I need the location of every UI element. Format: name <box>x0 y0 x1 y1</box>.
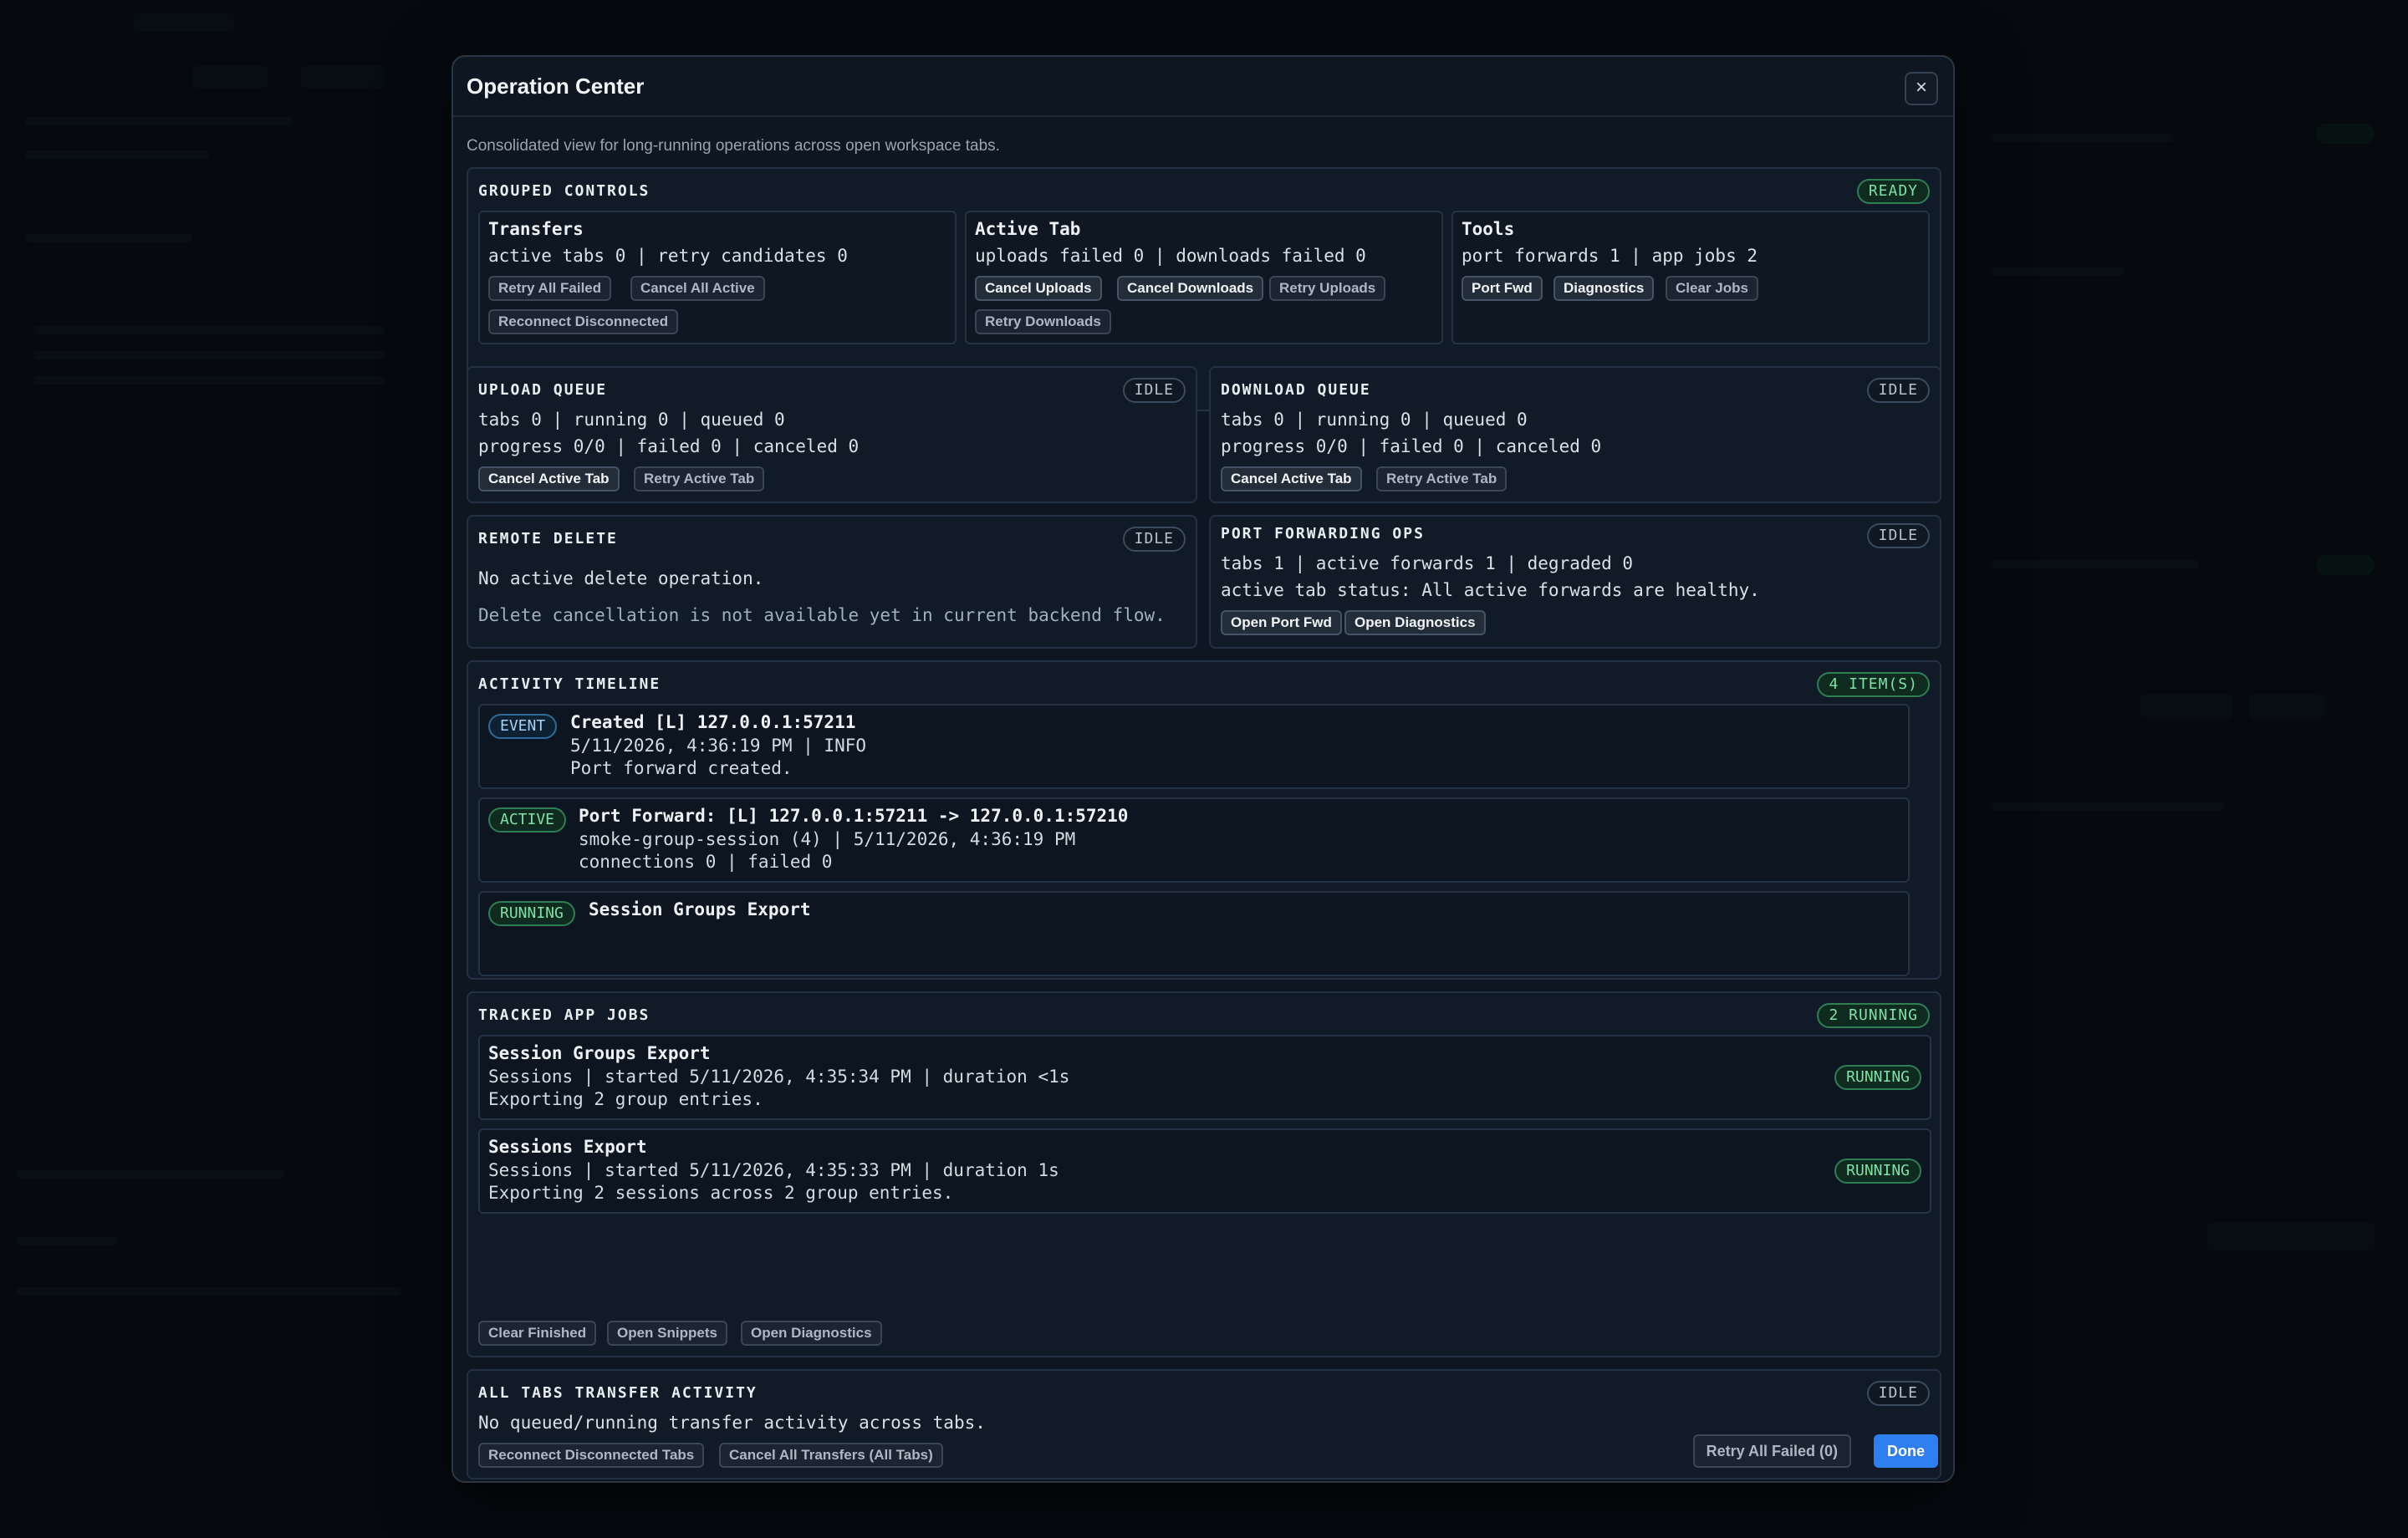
job-item[interactable]: Sessions Export Sessions | started 5/11/… <box>478 1128 1931 1214</box>
group-stats: uploads failed 0 | downloads failed 0 <box>975 246 1366 266</box>
retry-downloads-button[interactable]: Retry Downloads <box>975 309 1111 334</box>
queue-progress: progress 0/0 | failed 0 | canceled 0 <box>478 436 860 456</box>
status-badge: IDLE <box>1866 523 1930 548</box>
running-count-badge: 2 RUNNING <box>1817 1003 1930 1028</box>
panel-title: UPLOAD QUEUE <box>478 381 608 399</box>
job-meta: Sessions | started 5/11/2026, 4:35:34 PM… <box>488 1067 1070 1087</box>
queue-progress: progress 0/0 | failed 0 | canceled 0 <box>1221 436 1602 456</box>
cancel-all-transfers-button[interactable]: Cancel All Transfers (All Tabs) <box>719 1443 943 1468</box>
event-tag: EVENT <box>488 714 558 739</box>
group-stats: port forwards 1 | app jobs 2 <box>1462 246 1758 266</box>
job-detail: Exporting 2 group entries. <box>488 1089 763 1109</box>
job-detail: Exporting 2 sessions across 2 group entr… <box>488 1183 954 1203</box>
panel-title: ACTIVITY TIMELINE <box>478 675 661 693</box>
upload-queue-panel: UPLOAD QUEUE IDLE tabs 0 | running 0 | q… <box>467 366 1197 503</box>
modal-header: Operation Center × <box>453 57 1953 117</box>
group-title: Tools <box>1462 219 1515 239</box>
panel-title: PORT FORWARDING OPS <box>1221 525 1425 542</box>
job-title: Sessions Export <box>488 1137 647 1157</box>
delete-note: Delete cancellation is not available yet… <box>478 605 1166 625</box>
diagnostics-button[interactable]: Diagnostics <box>1553 276 1655 301</box>
modal-subtitle: Consolidated view for long-running opera… <box>467 137 1000 155</box>
close-icon: × <box>1915 76 1927 99</box>
transfer-activity-status: No queued/running transfer activity acro… <box>478 1413 986 1433</box>
status-badge: IDLE <box>1866 378 1930 403</box>
cancel-uploads-button[interactable]: Cancel Uploads <box>975 276 1102 301</box>
timeline-item-detail: Port forward created. <box>570 758 793 778</box>
tracked-jobs-panel: TRACKED APP JOBS 2 RUNNING Session Group… <box>467 991 1941 1357</box>
cancel-downloads-button[interactable]: Cancel Downloads <box>1117 276 1264 301</box>
cancel-active-tab-button[interactable]: Cancel Active Tab <box>478 466 620 491</box>
job-item[interactable]: Session Groups Export Sessions | started… <box>478 1035 1931 1120</box>
clear-jobs-button[interactable]: Clear Jobs <box>1666 276 1758 301</box>
port-forwarding-panel: PORT FORWARDING OPS IDLE tabs 1 | active… <box>1209 515 1941 649</box>
close-button[interactable]: × <box>1905 72 1938 105</box>
job-meta: Sessions | started 5/11/2026, 4:35:33 PM… <box>488 1160 1059 1180</box>
group-title: Transfers <box>488 219 584 239</box>
open-port-fwd-button[interactable]: Open Port Fwd <box>1221 610 1342 635</box>
running-tag: RUNNING <box>488 901 575 926</box>
job-status-badge: RUNNING <box>1834 1065 1921 1090</box>
item-count-badge: 4 ITEM(S) <box>1817 672 1930 697</box>
activity-timeline-panel: ACTIVITY TIMELINE 4 ITEM(S) EVENT Create… <box>467 660 1941 980</box>
panel-title: TRACKED APP JOBS <box>478 1006 650 1024</box>
reconnect-disconnected-button[interactable]: Reconnect Disconnected <box>488 309 679 334</box>
timeline-item-meta: smoke-group-session (4) | 5/11/2026, 4:3… <box>579 829 1076 849</box>
transfers-group: Transfers active tabs 0 | retry candidat… <box>478 211 957 344</box>
status-badge: IDLE <box>1866 1381 1930 1406</box>
remote-delete-panel: REMOTE DELETE IDLE No active delete oper… <box>467 515 1197 649</box>
timeline-item[interactable]: EVENT Created [L] 127.0.0.1:57211 5/11/2… <box>478 704 1910 789</box>
delete-status: No active delete operation. <box>478 568 764 588</box>
download-queue-panel: DOWNLOAD QUEUE IDLE tabs 0 | running 0 |… <box>1209 366 1941 503</box>
retry-uploads-button[interactable]: Retry Uploads <box>1269 276 1386 301</box>
cancel-active-tab-button[interactable]: Cancel Active Tab <box>1221 466 1362 491</box>
active-tag: ACTIVE <box>488 807 567 833</box>
job-status-badge: RUNNING <box>1834 1159 1921 1184</box>
group-stats: active tabs 0 | retry candidates 0 <box>488 246 848 266</box>
open-diagnostics-button[interactable]: Open Diagnostics <box>741 1321 882 1346</box>
done-button[interactable]: Done <box>1874 1434 1938 1468</box>
port-fwd-button[interactable]: Port Fwd <box>1462 276 1543 301</box>
timeline-item[interactable]: RUNNING Session Groups Export <box>478 891 1910 976</box>
open-snippets-button[interactable]: Open Snippets <box>607 1321 727 1346</box>
job-title: Session Groups Export <box>488 1043 711 1063</box>
operation-center-modal: Operation Center × Consolidated view for… <box>452 55 1955 1483</box>
retry-all-failed-footer-button[interactable]: Retry All Failed (0) <box>1692 1434 1851 1468</box>
group-title: Active Tab <box>975 219 1081 239</box>
retry-active-tab-button[interactable]: Retry Active Tab <box>1376 466 1508 491</box>
panel-title: REMOTE DELETE <box>478 530 618 547</box>
reconnect-disconnected-tabs-button[interactable]: Reconnect Disconnected Tabs <box>478 1443 705 1468</box>
timeline-item[interactable]: ACTIVE Port Forward: [L] 127.0.0.1:57211… <box>478 797 1910 883</box>
forward-status: active tab status: All active forwards a… <box>1221 580 1760 600</box>
forward-stats: tabs 1 | active forwards 1 | degraded 0 <box>1221 553 1634 573</box>
timeline-item-title: Created [L] 127.0.0.1:57211 <box>570 712 856 732</box>
retry-active-tab-button[interactable]: Retry Active Tab <box>634 466 765 491</box>
panel-title: ALL TABS TRANSFER ACTIVITY <box>478 1384 758 1402</box>
panel-title: GROUPED CONTROLS <box>478 182 650 200</box>
modal-title: Operation Center <box>467 74 645 99</box>
timeline-item-title: Session Groups Export <box>589 899 811 919</box>
status-badge: READY <box>1856 179 1930 204</box>
retry-all-failed-button[interactable]: Retry All Failed <box>488 276 612 301</box>
timeline-item-detail: connections 0 | failed 0 <box>579 852 833 872</box>
status-badge: IDLE <box>1122 378 1186 403</box>
panel-title: DOWNLOAD QUEUE <box>1221 381 1371 399</box>
queue-stats: tabs 0 | running 0 | queued 0 <box>478 410 785 430</box>
timeline-item-meta: 5/11/2026, 4:36:19 PM | INFO <box>570 736 867 756</box>
open-diagnostics-button[interactable]: Open Diagnostics <box>1344 610 1486 635</box>
clear-finished-button[interactable]: Clear Finished <box>478 1321 597 1346</box>
active-tab-group: Active Tab uploads failed 0 | downloads … <box>965 211 1443 344</box>
tools-group: Tools port forwards 1 | app jobs 2 Port … <box>1451 211 1930 344</box>
timeline-item-title: Port Forward: [L] 127.0.0.1:57211 -> 127… <box>579 806 1129 826</box>
queue-stats: tabs 0 | running 0 | queued 0 <box>1221 410 1528 430</box>
cancel-all-active-button[interactable]: Cancel All Active <box>630 276 765 301</box>
status-badge: IDLE <box>1122 527 1186 552</box>
